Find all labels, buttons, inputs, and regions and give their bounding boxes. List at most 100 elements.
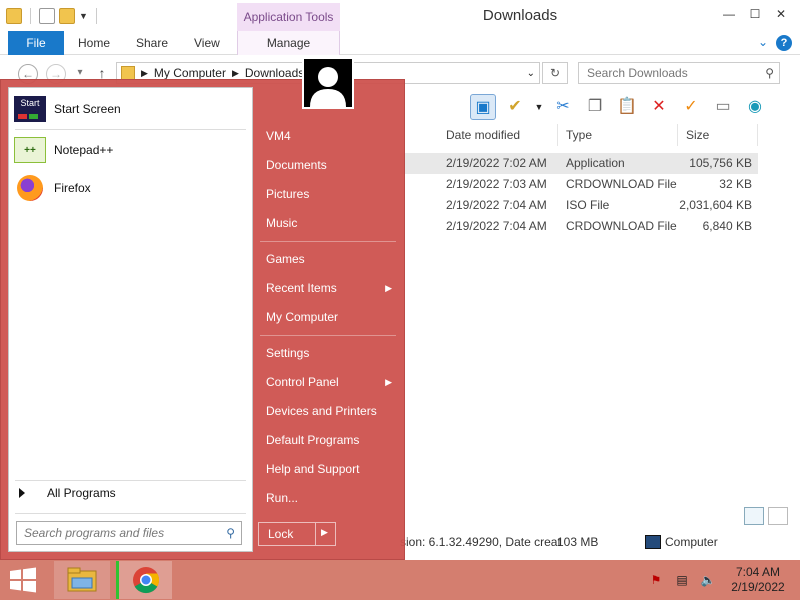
refresh-button[interactable]: ↻ — [542, 62, 568, 84]
quick-access-toolbar: ▼ — [6, 6, 101, 26]
maximize-button[interactable]: ☐ — [742, 3, 768, 25]
divider — [315, 523, 316, 545]
start-item-settings[interactable]: Settings — [258, 341, 398, 365]
delete-icon[interactable]: ✕ — [646, 94, 672, 120]
tab-share[interactable]: Share — [136, 31, 168, 55]
breadcrumb-downloads[interactable]: Downloads — [245, 66, 304, 80]
network-icon[interactable]: ▤ — [674, 572, 690, 588]
all-programs-label: All Programs — [47, 486, 116, 500]
lock-button[interactable]: Lock ▶ — [258, 522, 336, 546]
divider — [15, 129, 246, 130]
paste-icon[interactable]: 📋 — [614, 94, 640, 120]
computer-icon — [645, 535, 661, 549]
column-date-modified[interactable]: Date modified — [440, 124, 558, 146]
start-item-help-and-support[interactable]: Help and Support — [258, 457, 398, 481]
tab-view[interactable]: View — [194, 31, 220, 55]
search-icon[interactable]: ⚲ — [226, 522, 235, 544]
check-icon[interactable]: ✓ — [678, 94, 704, 120]
cut-icon[interactable]: ✂ — [550, 94, 576, 120]
taskbar: ⚑ ▤ 🔈 7:04 AM 2/19/2022 — [0, 560, 800, 600]
large-icons-view-icon[interactable] — [768, 507, 788, 525]
submenu-arrow-icon: ▶ — [385, 377, 392, 387]
properties-icon[interactable] — [39, 8, 55, 24]
dropdown-icon[interactable]: ▼ — [534, 94, 544, 120]
clock-time: 7:04 AM — [735, 565, 781, 579]
start-item-run[interactable]: Run... — [258, 486, 398, 510]
start-item-pictures[interactable]: Pictures — [258, 182, 398, 206]
minimize-button[interactable]: — — [716, 3, 742, 25]
taskbar-chrome[interactable] — [116, 561, 172, 599]
start-menu-programs-pane: Start Start Screen ++ Notepad++ Firefox … — [8, 87, 253, 552]
program-start-screen[interactable]: Start Start Screen — [14, 93, 246, 125]
start-item-recent-items[interactable]: Recent Items ▶ — [258, 276, 398, 300]
submenu-arrow-icon: ▶ — [385, 283, 392, 293]
folder-check-icon[interactable]: ✔ — [502, 94, 528, 120]
status-details: sion: 6.1.32.49290, Date creat — [400, 535, 561, 549]
preview-pane-icon[interactable]: ▣ — [470, 94, 496, 120]
new-folder-icon[interactable] — [59, 8, 75, 24]
file-list: 2/19/2022 7:02 AM Application 105,756 KB… — [400, 153, 758, 237]
shell-icon[interactable]: ◉ — [742, 94, 768, 120]
start-item-vm4[interactable]: VM4 — [258, 124, 398, 148]
power-options-arrow-icon[interactable]: ▶ — [321, 527, 328, 538]
divider — [30, 8, 31, 24]
notepadpp-icon: ++ — [14, 137, 46, 163]
window-controls: — ☐ ✕ — [716, 3, 794, 25]
program-firefox[interactable]: Firefox — [14, 172, 246, 204]
breadcrumb-my-computer[interactable]: My Computer — [154, 66, 226, 80]
table-row[interactable]: 2/19/2022 7:04 AM CRDOWNLOAD File 6,840 … — [400, 216, 758, 237]
taskbar-file-explorer[interactable] — [54, 561, 110, 599]
qat-dropdown-icon[interactable]: ▼ — [79, 11, 88, 21]
table-row[interactable]: 2/19/2022 7:04 AM ISO File 2,031,604 KB — [400, 195, 758, 216]
tab-file[interactable]: File — [8, 31, 64, 55]
ribbon-tabs: File Home Share View Manage ⌄ ? — [0, 31, 800, 55]
action-center-flag-icon[interactable]: ⚑ — [648, 572, 664, 588]
start-item-devices-and-printers[interactable]: Devices and Printers — [258, 399, 398, 423]
details-view-icon[interactable] — [744, 507, 764, 525]
start-search-input[interactable]: Search programs and files ⚲ — [16, 521, 242, 545]
taskbar-clock[interactable]: 7:04 AM 2/19/2022 — [728, 565, 788, 595]
start-item-documents[interactable]: Documents — [258, 153, 398, 177]
folder-properties-icon[interactable] — [6, 8, 22, 24]
tab-home[interactable]: Home — [78, 31, 110, 55]
address-dropdown-icon[interactable]: ⌄ — [527, 68, 535, 79]
table-row[interactable]: 2/19/2022 7:03 AM CRDOWNLOAD File 32 KB — [400, 174, 758, 195]
divider — [260, 335, 396, 336]
divider — [15, 513, 246, 514]
file-size: 32 KB — [719, 177, 752, 191]
close-button[interactable]: ✕ — [768, 3, 794, 25]
divider — [15, 480, 246, 481]
divider — [95, 8, 97, 24]
search-input[interactable]: Search Downloads ⚲ — [578, 62, 780, 84]
user-silhouette-icon — [304, 59, 352, 107]
column-size[interactable]: Size — [680, 124, 758, 146]
start-item-default-programs[interactable]: Default Programs — [258, 428, 398, 452]
firefox-icon — [14, 175, 46, 201]
program-notepadpp[interactable]: ++ Notepad++ — [14, 134, 246, 166]
all-programs-button[interactable]: All Programs — [19, 486, 116, 500]
start-item-music[interactable]: Music — [258, 211, 398, 235]
lock-label: Lock — [268, 527, 294, 541]
start-item-my-computer[interactable]: My Computer — [258, 305, 398, 329]
search-icon[interactable]: ⚲ — [765, 63, 774, 83]
file-date: 2/19/2022 7:03 AM — [446, 177, 547, 191]
help-icon[interactable]: ? — [776, 35, 792, 51]
file-size: 2,031,604 KB — [679, 198, 752, 212]
system-tray: ⚑ ▤ 🔈 — [648, 572, 716, 588]
start-item-games[interactable]: Games — [258, 247, 398, 271]
column-type[interactable]: Type — [560, 124, 678, 146]
user-avatar[interactable] — [302, 57, 354, 109]
start-item-control-panel[interactable]: Control Panel ▶ — [258, 370, 398, 394]
tab-manage[interactable]: Manage — [237, 31, 340, 55]
file-date: 2/19/2022 7:02 AM — [446, 156, 547, 170]
start-button[interactable] — [8, 567, 40, 593]
table-row[interactable]: 2/19/2022 7:02 AM Application 105,756 KB — [400, 153, 758, 174]
start-screen-icon: Start — [14, 96, 46, 122]
expand-ribbon-icon[interactable]: ⌄ — [758, 35, 768, 51]
window-title: Downloads — [482, 7, 558, 24]
volume-muted-icon[interactable]: 🔈 — [700, 572, 716, 588]
search-placeholder: Search Downloads — [587, 66, 688, 80]
copy-icon[interactable]: ❐ — [582, 94, 608, 120]
rename-icon[interactable]: ▭ — [710, 94, 736, 120]
file-date: 2/19/2022 7:04 AM — [446, 198, 547, 212]
